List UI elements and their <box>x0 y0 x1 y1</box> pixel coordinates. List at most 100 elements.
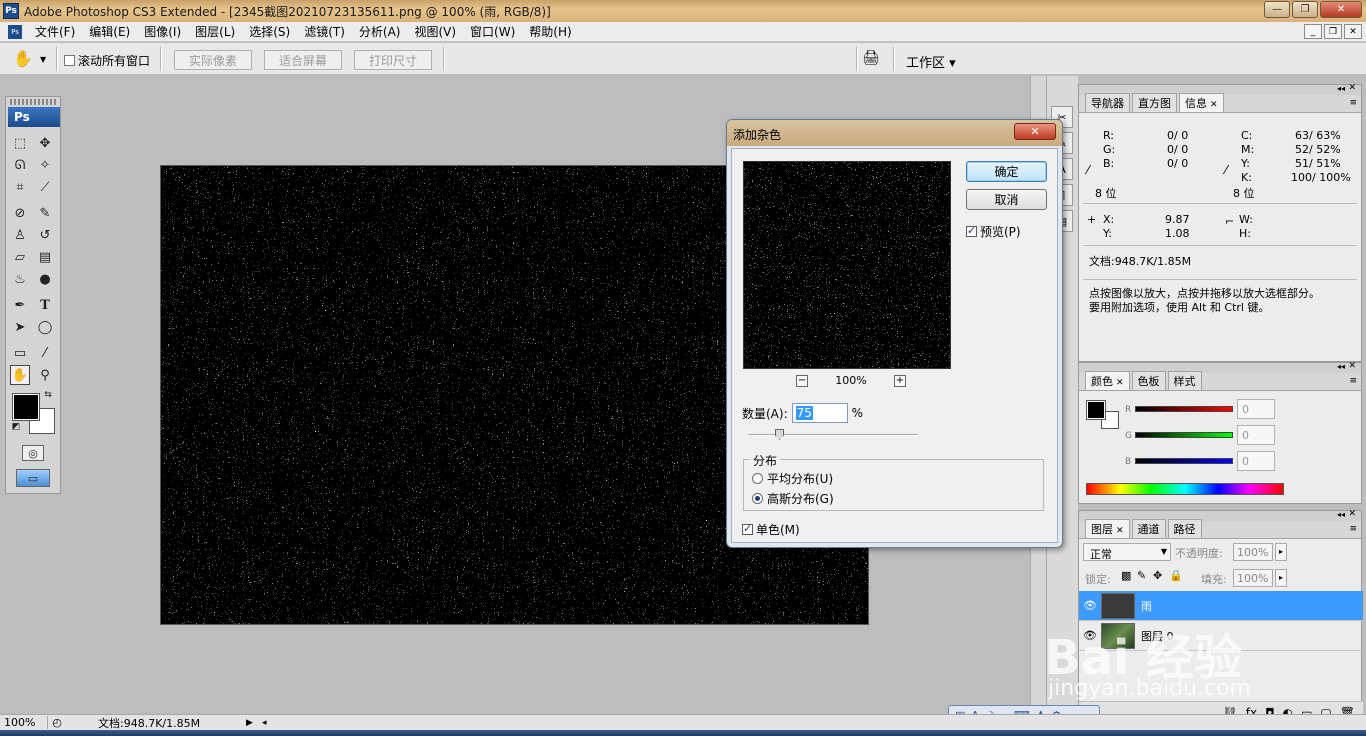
blend-mode-select[interactable]: 正常 ▼ <box>1083 543 1171 561</box>
ellipse-tool-icon[interactable]: ◯ <box>35 317 55 337</box>
tab-navigator[interactable]: 导航器 <box>1085 93 1130 112</box>
path-selection-tool-icon[interactable]: ➤ <box>10 317 30 337</box>
collapse-icon[interactable]: ◂◂ <box>1337 362 1345 371</box>
b-slider[interactable] <box>1135 458 1233 464</box>
minimize-button[interactable]: — <box>1264 1 1290 18</box>
eye-icon[interactable]: 👁 <box>1079 599 1101 612</box>
close-icon[interactable]: ✕ <box>1210 100 1218 110</box>
swap-colors-icon[interactable]: ⇆ <box>42 389 54 401</box>
foreground-color-swatch[interactable] <box>12 393 40 421</box>
tab-layers[interactable]: 图层 ✕ <box>1085 519 1130 538</box>
checkbox-box[interactable] <box>966 224 977 237</box>
close-icon[interactable]: ✕ <box>1116 526 1124 536</box>
eraser-tool-icon[interactable]: ▱ <box>10 247 30 267</box>
doc-minimize-button[interactable]: _ <box>1304 24 1322 39</box>
menu-analysis[interactable]: 分析(A) <box>352 23 408 40</box>
tab-channels[interactable]: 通道 <box>1131 519 1166 538</box>
r-slider[interactable] <box>1135 406 1233 412</box>
type-tool-icon[interactable]: T <box>35 295 55 315</box>
tab-color[interactable]: 颜色 ✕ <box>1085 371 1130 390</box>
hand-tool-icon[interactable]: ✋ <box>10 365 30 385</box>
amount-slider-thumb[interactable] <box>775 429 784 440</box>
dialog-close-button[interactable]: ✕ <box>1014 123 1056 140</box>
history-brush-tool-icon[interactable]: ↺ <box>35 225 55 245</box>
blur-tool-icon[interactable]: ♨ <box>10 269 30 289</box>
amount-slider-track[interactable] <box>748 434 918 436</box>
menu-view[interactable]: 视图(V) <box>407 23 463 40</box>
cancel-button[interactable]: 取消 <box>966 189 1047 210</box>
g-slider[interactable] <box>1135 432 1233 438</box>
gradient-tool-icon[interactable]: ▤ <box>35 247 55 267</box>
lock-transparency-icon[interactable]: ▩ <box>1121 569 1131 582</box>
print-size-button[interactable]: 打印尺寸 <box>354 50 432 70</box>
crop-tool-icon[interactable]: ⌗ <box>10 177 30 197</box>
fill-arrow-icon[interactable]: ▸ <box>1275 569 1287 587</box>
collapse-icon[interactable]: ◂◂ <box>1337 510 1345 519</box>
eyedropper-tool-icon[interactable]: ⁄ <box>35 343 55 363</box>
panel-menu-icon[interactable]: ≡ <box>1349 376 1357 386</box>
clone-stamp-tool-icon[interactable]: ♙ <box>10 225 30 245</box>
tab-paths[interactable]: 路径 <box>1167 519 1202 538</box>
checkbox-box[interactable] <box>742 522 753 535</box>
r-value-input[interactable]: 0 <box>1237 399 1275 419</box>
toolbox-logo[interactable]: Ps <box>8 107 60 127</box>
healing-brush-tool-icon[interactable]: ⊘ <box>10 203 30 223</box>
status-info-icon[interactable]: ◴ <box>48 716 66 729</box>
move-tool-icon[interactable]: ✥ <box>35 133 55 153</box>
notes-tool-icon[interactable]: ▭ <box>10 343 30 363</box>
lock-pixels-icon[interactable]: ✎ <box>1137 569 1146 582</box>
opacity-arrow-icon[interactable]: ▸ <box>1275 543 1287 561</box>
brush-tool-icon[interactable]: ✎ <box>35 203 55 223</box>
menu-help[interactable]: 帮助(H) <box>522 23 578 40</box>
monochromatic-checkbox[interactable]: 单色(M) <box>742 521 800 538</box>
slice-tool-icon[interactable]: ⟋ <box>35 177 55 197</box>
menu-window[interactable]: 窗口(W) <box>463 23 522 40</box>
actual-pixels-button[interactable]: 实际像素 <box>174 50 252 70</box>
toolbox-grip[interactable] <box>10 99 56 105</box>
menu-file[interactable]: 文件(F) <box>28 23 82 40</box>
hand-tool-preset-icon[interactable]: ✋ <box>12 49 34 69</box>
color-spectrum[interactable] <box>1086 483 1284 495</box>
screen-mode-icon[interactable]: ▭ <box>16 469 50 487</box>
close-icon[interactable]: ✕ <box>1348 509 1356 519</box>
amount-input[interactable]: 75 <box>791 403 848 423</box>
close-icon[interactable]: ✕ <box>1348 361 1356 371</box>
lock-all-icon[interactable]: 🔒 <box>1169 569 1183 582</box>
tab-styles[interactable]: 样式 <box>1167 371 1202 390</box>
close-icon[interactable]: ✕ <box>1116 378 1124 388</box>
menu-select[interactable]: 选择(S) <box>242 23 297 40</box>
scroll-left-icon[interactable]: ◂ <box>262 718 267 728</box>
gaussian-radio[interactable]: 高斯分布(G) <box>752 490 834 507</box>
panel-menu-icon[interactable]: ≡ <box>1349 524 1357 534</box>
opacity-input[interactable]: 100% <box>1233 543 1273 561</box>
ok-button[interactable]: 确定 <box>966 161 1047 182</box>
fit-screen-button[interactable]: 适合屏幕 <box>264 50 342 70</box>
tab-info[interactable]: 信息 ✕ <box>1179 93 1224 112</box>
lasso-tool-icon[interactable]: ᘏ <box>10 155 30 175</box>
close-icon[interactable]: ✕ <box>1348 83 1356 93</box>
dodge-tool-icon[interactable]: ● <box>35 269 55 289</box>
quick-mask-icon[interactable]: ◎ <box>22 445 44 461</box>
magic-wand-tool-icon[interactable]: ✧ <box>35 155 55 175</box>
fill-input[interactable]: 100% <box>1233 569 1273 587</box>
zoom-in-button[interactable]: + <box>893 374 906 387</box>
menu-edit[interactable]: 编辑(E) <box>82 23 137 40</box>
radio-button[interactable] <box>752 493 763 504</box>
layer-row-rain[interactable]: 👁 雨 <box>1079 591 1363 621</box>
zoom-level[interactable]: 100% <box>0 716 48 729</box>
bridge-icon[interactable]: 🖨 <box>862 50 886 68</box>
close-button[interactable]: ✕ <box>1320 1 1362 18</box>
menu-filter[interactable]: 滤镜(T) <box>297 23 352 40</box>
tab-histogram[interactable]: 直方图 <box>1132 93 1177 112</box>
checkbox-box[interactable] <box>64 55 75 66</box>
menu-layer[interactable]: 图层(L) <box>188 23 242 40</box>
scroll-all-windows-checkbox[interactable]: 滚动所有窗口 <box>64 52 150 69</box>
collapse-icon[interactable]: ◂◂ <box>1337 84 1345 93</box>
radio-button[interactable] <box>752 473 763 484</box>
workspace-menu[interactable]: 工作区 ▾ <box>906 52 956 71</box>
amount-value[interactable]: 75 <box>795 406 813 420</box>
b-value-input[interactable]: 0 <box>1237 451 1275 471</box>
menu-image[interactable]: 图像(I) <box>137 23 188 40</box>
filter-preview[interactable] <box>743 161 951 369</box>
tab-swatches[interactable]: 色板 <box>1131 371 1166 390</box>
